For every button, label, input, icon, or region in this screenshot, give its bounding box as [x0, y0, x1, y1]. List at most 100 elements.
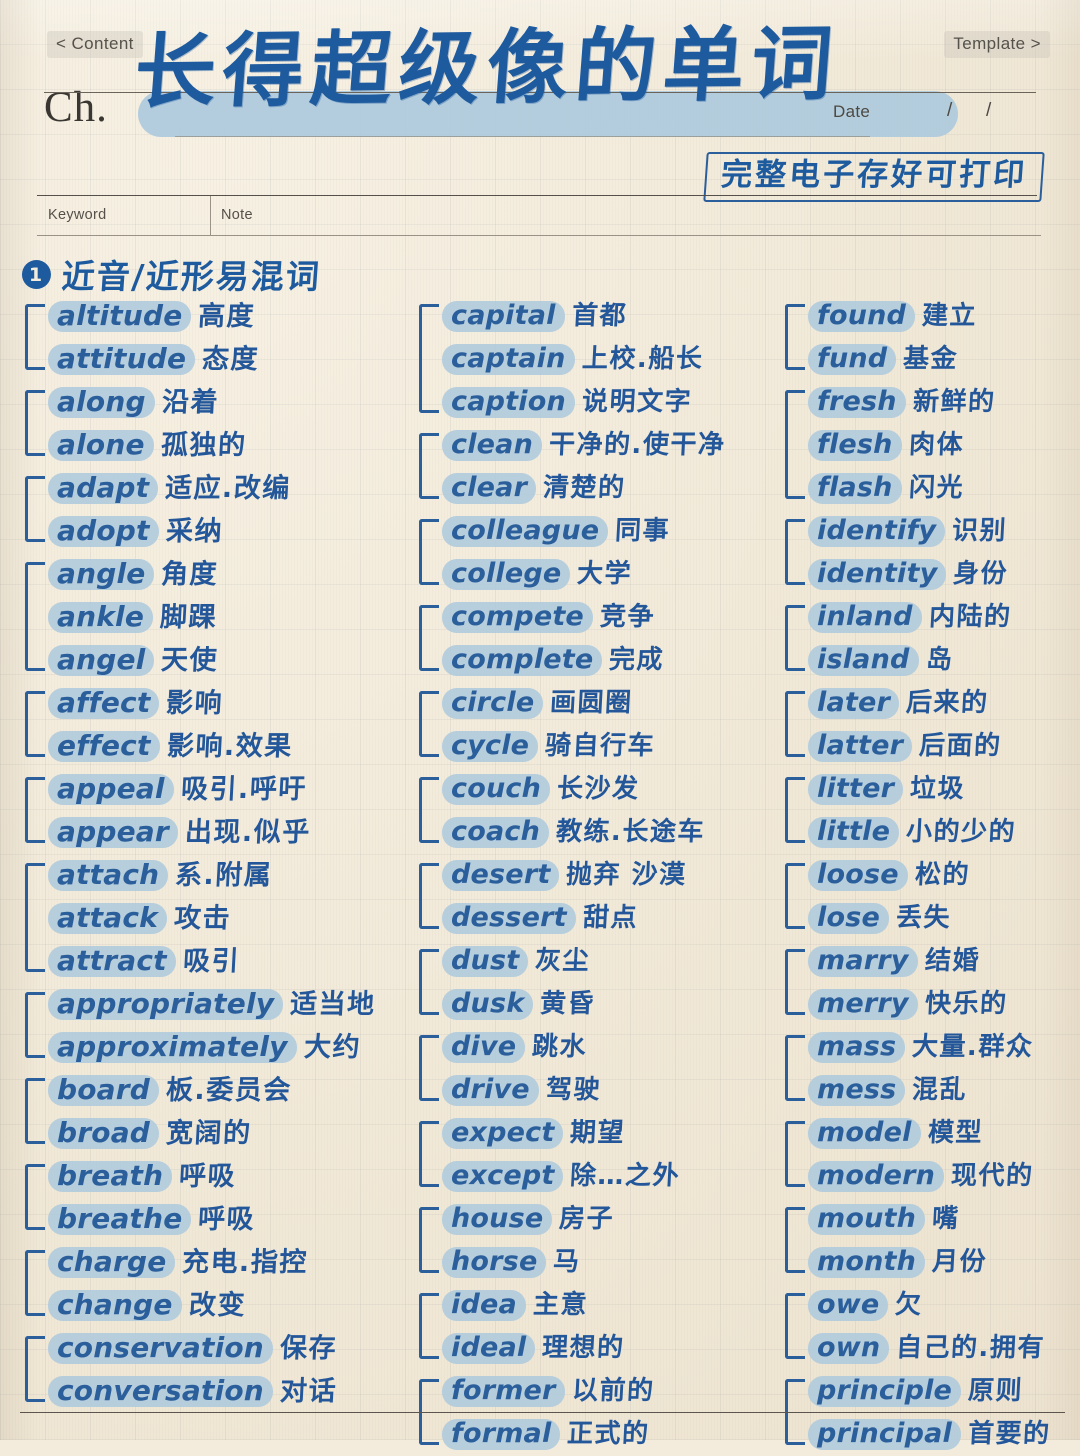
word-group: appropriately 适当地 approximately 大约 — [18, 983, 414, 1069]
word-entry: attitude 态度 — [48, 338, 414, 381]
word-entry: owe 欠 — [808, 1284, 1078, 1327]
chinese-gloss: 影响 — [165, 687, 225, 719]
english-word: lose — [808, 901, 889, 935]
word-group: colleague 同事 college 大学 — [412, 510, 780, 596]
english-word: identify — [808, 514, 946, 548]
word-entry: angle 角度 — [48, 553, 414, 596]
english-word: horse — [442, 1245, 547, 1279]
word-entry: principle 原则 — [808, 1370, 1078, 1413]
group-bracket — [785, 605, 805, 671]
word-group: angle 角度 ankle 脚踝 angel 天使 — [18, 553, 414, 682]
chinese-gloss: 上校.船长 — [580, 344, 704, 375]
nav-prev-content[interactable]: < Content — [47, 31, 143, 58]
chinese-gloss: 基金 — [902, 344, 960, 375]
english-word: house — [442, 1202, 553, 1236]
english-word: appeal — [48, 772, 174, 807]
english-word: attack — [48, 901, 167, 936]
word-entry: litter 垃圾 — [808, 768, 1078, 811]
word-entry: house 房子 — [442, 1198, 780, 1241]
word-entry: dusk 黄昏 — [442, 983, 780, 1026]
page-rule-bottom — [20, 1412, 1065, 1413]
english-word: little — [808, 815, 900, 849]
english-word: principal — [808, 1417, 961, 1451]
word-group: affect 影响 effect 影响.效果 — [18, 682, 414, 768]
english-word: expect — [442, 1116, 564, 1150]
english-word: loose — [808, 858, 908, 892]
word-entry: captain 上校.船长 — [442, 338, 780, 381]
english-word: principle — [808, 1374, 962, 1408]
group-bracket — [25, 777, 45, 843]
chinese-gloss: 嘴 — [931, 1204, 961, 1235]
english-word: flash — [808, 471, 902, 505]
word-entry: coach 教练.长途车 — [442, 811, 780, 854]
group-bracket — [785, 777, 805, 843]
english-word: mouth — [808, 1202, 926, 1236]
word-entry: angel 天使 — [48, 639, 414, 682]
group-bracket — [419, 304, 439, 413]
word-entry: compete 竞争 — [442, 596, 780, 639]
word-group: expect 期望 except 除…之外 — [412, 1112, 780, 1198]
header-rule-under-title — [175, 136, 870, 137]
english-word: appropriately — [48, 987, 284, 1022]
chinese-gloss: 教练.长途车 — [555, 817, 706, 848]
word-entry: drive 驾驶 — [442, 1069, 780, 1112]
word-entry: couch 长沙发 — [442, 768, 780, 811]
word-entry: change 改变 — [48, 1284, 414, 1327]
chinese-gloss: 大量.群众 — [911, 1032, 1035, 1063]
english-word: breath — [48, 1159, 173, 1194]
english-word: affect — [48, 686, 160, 721]
word-entry: circle 画圆圈 — [442, 682, 780, 725]
word-group: circle 画圆圈 cycle 骑自行车 — [412, 682, 780, 768]
word-entry: charge 充电.指控 — [48, 1241, 414, 1284]
word-entry: dessert 甜点 — [442, 897, 780, 940]
word-entry: breathe 呼吸 — [48, 1198, 414, 1241]
chinese-gloss: 识别 — [951, 516, 1009, 547]
chinese-gloss: 后来的 — [905, 688, 990, 719]
word-entry: flash 闪光 — [808, 467, 1078, 510]
chinese-gloss: 正式的 — [566, 1419, 651, 1450]
chinese-gloss: 高度 — [197, 300, 257, 332]
word-group: litter 垃圾 little 小的少的 — [778, 768, 1078, 854]
chinese-gloss: 角度 — [160, 558, 220, 590]
table-rule-top — [37, 195, 1037, 196]
english-word: attach — [48, 858, 169, 893]
word-entry: attach 系.附属 — [48, 854, 414, 897]
english-word: attitude — [48, 342, 196, 377]
word-group: former 以前的 formal 正式的 — [412, 1370, 780, 1456]
chinese-gloss: 首要的 — [967, 1419, 1052, 1450]
date-separator-2: / — [986, 100, 992, 121]
group-bracket — [785, 519, 805, 585]
word-entry: mess 混乱 — [808, 1069, 1078, 1112]
word-entry: model 模型 — [808, 1112, 1078, 1155]
english-word: cycle — [442, 729, 539, 763]
english-word: attract — [48, 944, 176, 979]
english-word: except — [442, 1159, 564, 1193]
chinese-gloss: 垃圾 — [909, 774, 966, 805]
group-bracket — [785, 691, 805, 757]
english-word: angle — [48, 557, 155, 592]
word-entry: inland 内陆的 — [808, 596, 1078, 639]
chinese-gloss: 态度 — [201, 343, 261, 375]
group-bracket — [785, 304, 805, 370]
group-bracket — [419, 1207, 439, 1273]
chinese-gloss: 混乱 — [911, 1075, 969, 1106]
word-entry: appropriately 适当地 — [48, 983, 414, 1026]
chinese-gloss: 黄昏 — [539, 989, 597, 1020]
word-group: owe 欠 own 自己的.拥有 — [778, 1284, 1078, 1370]
chinese-gloss: 小的少的 — [905, 817, 1017, 848]
english-word: colleague — [442, 514, 609, 548]
english-word: fund — [808, 342, 897, 376]
chinese-gloss: 影响.效果 — [165, 730, 294, 762]
word-entry: dust 灰尘 — [442, 940, 780, 983]
word-entry: capital 首都 — [442, 295, 780, 338]
chinese-gloss: 快乐的 — [923, 989, 1009, 1020]
english-word: later — [808, 686, 900, 720]
english-word: drive — [442, 1073, 539, 1107]
word-entry: mass 大量.群众 — [808, 1026, 1078, 1069]
word-entry: clear 清楚的 — [442, 467, 780, 510]
english-word: identity — [808, 557, 947, 591]
group-bracket — [419, 1035, 439, 1101]
chinese-gloss: 建立 — [921, 301, 978, 332]
english-word: former — [442, 1374, 565, 1408]
english-word: charge — [48, 1245, 176, 1280]
